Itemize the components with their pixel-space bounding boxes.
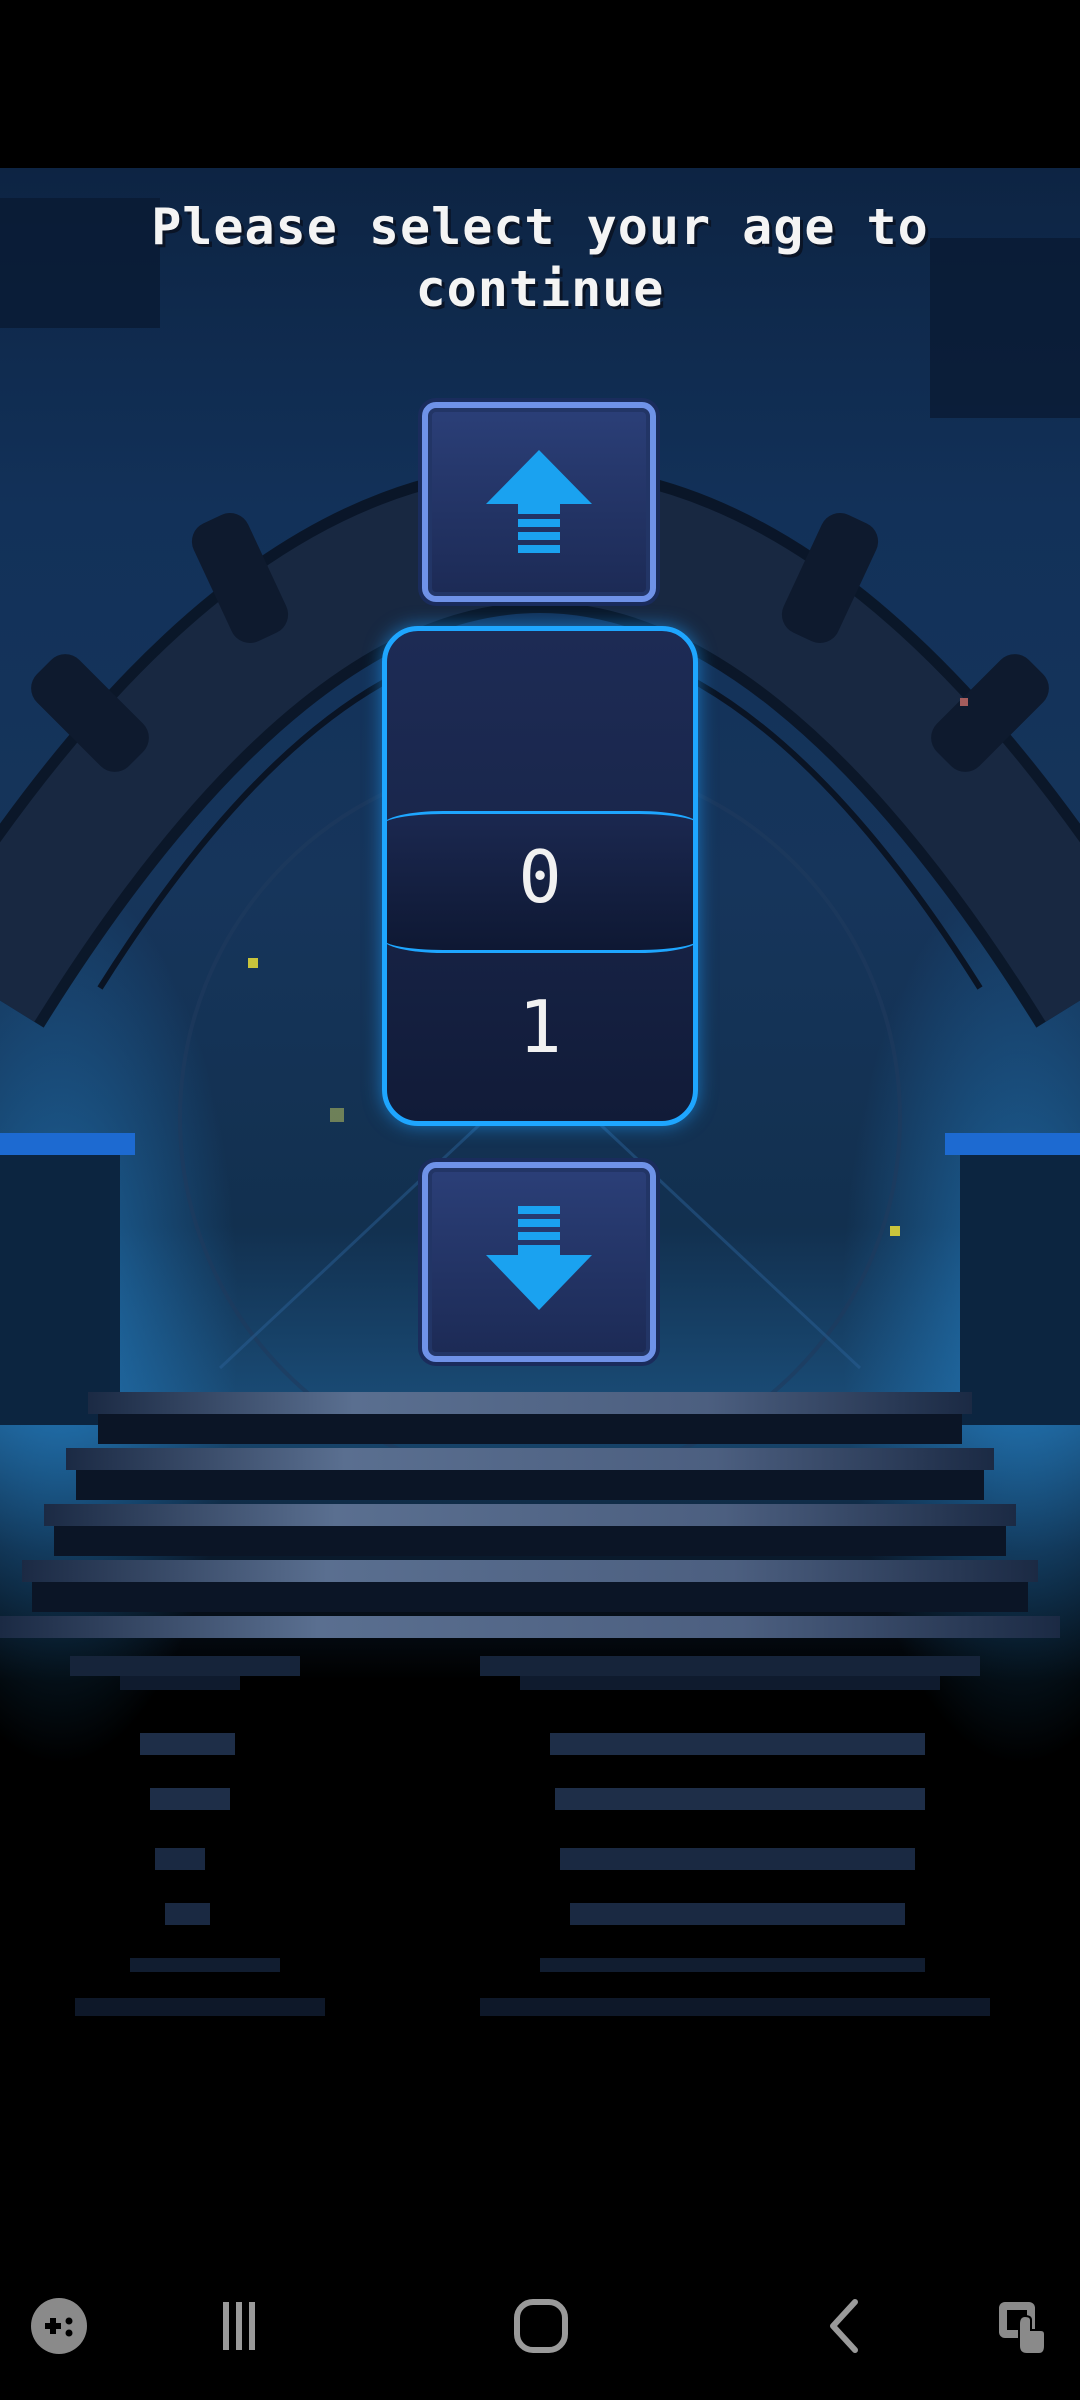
arrow-down-icon — [486, 1206, 592, 1310]
game-launcher-button[interactable] — [14, 2290, 104, 2362]
recent-apps-button[interactable] — [194, 2290, 284, 2362]
game-scene: Please select your age to continue 0 1 — [0, 168, 1080, 2058]
screen-touch-icon — [999, 2302, 1046, 2355]
home-button[interactable] — [496, 2290, 586, 2362]
back-button[interactable] — [800, 2290, 890, 2362]
back-icon — [830, 2299, 858, 2353]
age-picker-wheel[interactable]: 0 1 — [382, 626, 698, 1126]
arrow-up-icon — [486, 450, 592, 553]
recent-apps-icon — [223, 2302, 255, 2350]
age-prompt: Please select your age to continue — [151, 198, 929, 318]
game-launcher-icon — [31, 2298, 87, 2354]
home-icon — [514, 2299, 568, 2353]
decrease-age-button[interactable] — [422, 1162, 656, 1362]
age-option-selected[interactable]: 0 — [387, 835, 693, 919]
system-navigation-bar — [0, 2250, 1080, 2400]
age-option-next[interactable]: 1 — [387, 985, 693, 1069]
increase-age-button[interactable] — [422, 402, 656, 602]
screen-touch-button[interactable] — [976, 2290, 1066, 2362]
